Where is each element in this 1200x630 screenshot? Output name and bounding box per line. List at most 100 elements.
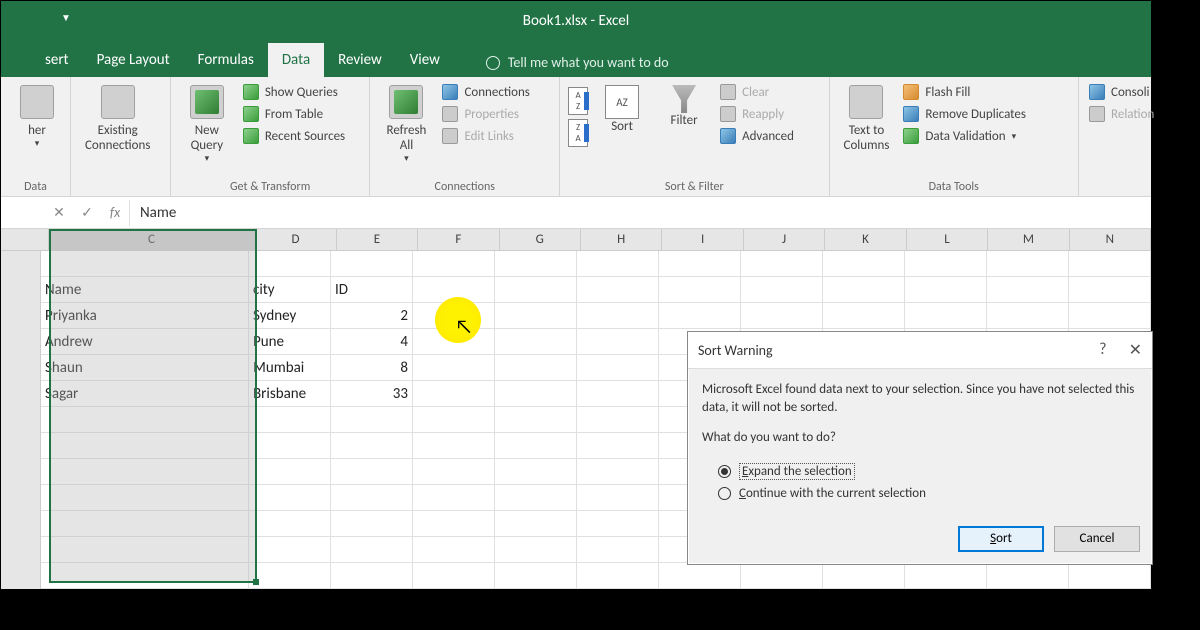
cell[interactable] — [249, 433, 331, 458]
cell[interactable] — [987, 563, 1069, 588]
enter-formula-icon[interactable]: ✓ — [73, 204, 101, 221]
flash-fill-button[interactable]: Flash Fill — [901, 83, 1028, 101]
advanced-button[interactable]: Advanced — [718, 127, 796, 145]
cell[interactable] — [41, 563, 249, 588]
cell[interactable] — [249, 407, 331, 432]
cell[interactable] — [413, 381, 495, 406]
cell[interactable] — [741, 303, 823, 328]
cell[interactable] — [495, 277, 577, 302]
cell[interactable] — [413, 563, 495, 588]
cell[interactable]: Sydney — [249, 303, 331, 328]
cancel-formula-icon[interactable]: ✕ — [45, 204, 73, 221]
cell[interactable]: Sagar — [41, 381, 249, 406]
dialog-help-icon[interactable]: ? — [1099, 340, 1106, 360]
tab-view[interactable]: View — [396, 43, 454, 77]
cell[interactable] — [659, 303, 741, 328]
cell[interactable] — [413, 329, 495, 354]
cell[interactable] — [331, 407, 413, 432]
cell[interactable] — [249, 251, 331, 276]
cell[interactable] — [577, 485, 659, 510]
cell[interactable] — [413, 511, 495, 536]
cell[interactable] — [495, 303, 577, 328]
cell[interactable] — [495, 563, 577, 588]
col-header-f[interactable]: F — [418, 229, 499, 250]
cell[interactable]: Mumbai — [249, 355, 331, 380]
cell[interactable] — [495, 433, 577, 458]
tab-data[interactable]: Data — [268, 43, 324, 77]
cell[interactable] — [905, 277, 987, 302]
cell[interactable] — [577, 537, 659, 562]
cell[interactable] — [823, 251, 905, 276]
cell[interactable]: 2 — [331, 303, 413, 328]
cell[interactable] — [495, 355, 577, 380]
cell[interactable]: 8 — [331, 355, 413, 380]
cell[interactable] — [249, 485, 331, 510]
dialog-close-icon[interactable]: ✕ — [1129, 340, 1142, 360]
col-header-m[interactable]: M — [988, 229, 1069, 250]
cell[interactable] — [331, 563, 413, 588]
cell[interactable] — [495, 459, 577, 484]
radio-expand-selection[interactable]: Expand the selection — [718, 460, 1138, 483]
radio-continue-current[interactable]: Continue with the current selection — [718, 483, 1138, 504]
col-header-d[interactable]: D — [255, 229, 336, 250]
cell[interactable]: city — [249, 277, 331, 302]
cell[interactable] — [495, 407, 577, 432]
data-validation-button[interactable]: Data Validation ▾ — [901, 127, 1028, 145]
cell[interactable] — [823, 277, 905, 302]
cell[interactable] — [1069, 251, 1151, 276]
cell[interactable] — [577, 563, 659, 588]
cell[interactable] — [41, 407, 249, 432]
connections-button[interactable]: Connections — [440, 83, 531, 101]
cell[interactable] — [1069, 277, 1151, 302]
cell[interactable] — [413, 485, 495, 510]
cell[interactable] — [249, 459, 331, 484]
cell[interactable] — [495, 251, 577, 276]
col-header-j[interactable]: J — [744, 229, 825, 250]
text-to-columns-button[interactable]: Text to Columns — [838, 81, 896, 157]
cell[interactable] — [249, 511, 331, 536]
cell[interactable] — [413, 303, 495, 328]
col-header-n[interactable]: N — [1070, 229, 1151, 250]
cell[interactable] — [413, 459, 495, 484]
sort-button-dialog[interactable]: Sort — [958, 526, 1044, 552]
cell[interactable]: Brisbane — [249, 381, 331, 406]
qat-dropdown-icon[interactable]: ▼ — [61, 11, 71, 24]
cell[interactable] — [41, 433, 249, 458]
col-header-i[interactable]: I — [662, 229, 743, 250]
cell[interactable] — [987, 251, 1069, 276]
cell[interactable] — [741, 277, 823, 302]
recent-sources-button[interactable]: Recent Sources — [241, 127, 347, 145]
properties-button[interactable]: Properties — [440, 105, 531, 123]
edit-links-button[interactable]: Edit Links — [440, 127, 531, 145]
cell[interactable] — [331, 537, 413, 562]
cell[interactable]: 33 — [331, 381, 413, 406]
cell[interactable] — [495, 381, 577, 406]
filter-button[interactable]: Filter — [656, 81, 712, 132]
cell[interactable] — [413, 251, 495, 276]
cell[interactable] — [413, 277, 495, 302]
cell[interactable] — [577, 355, 659, 380]
cell[interactable] — [659, 251, 741, 276]
cell[interactable]: ID — [331, 277, 413, 302]
cell[interactable] — [41, 459, 249, 484]
cell[interactable]: Shaun — [41, 355, 249, 380]
cell[interactable]: Andrew — [41, 329, 249, 354]
cell[interactable] — [905, 563, 987, 588]
clear-button[interactable]: Clear — [718, 83, 796, 101]
cell[interactable] — [823, 303, 905, 328]
tab-formulas[interactable]: Formulas — [184, 43, 268, 77]
remove-duplicates-button[interactable]: Remove Duplicates — [901, 105, 1028, 123]
cell[interactable] — [41, 537, 249, 562]
cell[interactable] — [495, 485, 577, 510]
cell[interactable] — [577, 407, 659, 432]
cell[interactable] — [905, 251, 987, 276]
cancel-button[interactable]: Cancel — [1054, 526, 1140, 552]
cell[interactable] — [577, 433, 659, 458]
cell[interactable] — [331, 511, 413, 536]
existing-connections-button[interactable]: Existing Connections — [79, 81, 156, 157]
cell[interactable] — [41, 251, 249, 276]
cell[interactable] — [495, 511, 577, 536]
tell-me-input[interactable]: Tell me what you want to do — [474, 48, 681, 77]
cell[interactable] — [577, 381, 659, 406]
cell[interactable] — [577, 329, 659, 354]
